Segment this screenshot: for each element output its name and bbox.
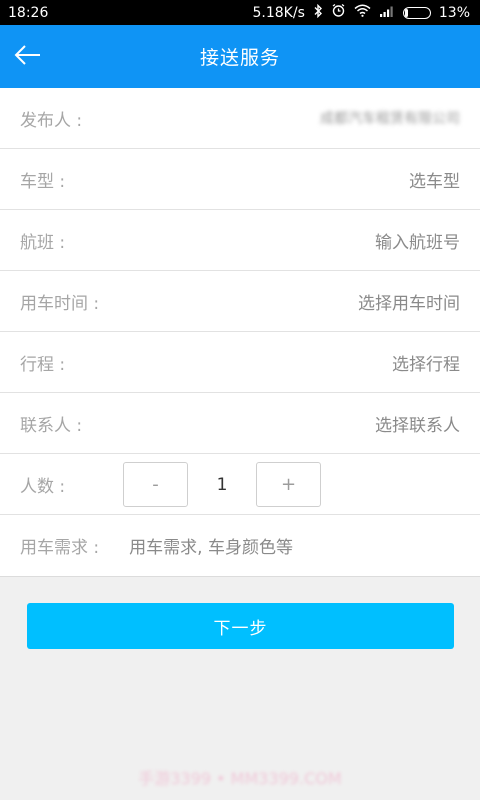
flight-input[interactable]: 输入航班号	[375, 228, 460, 253]
decrement-button[interactable]: -	[123, 462, 188, 507]
people-count: 1	[216, 474, 228, 495]
demand-input[interactable]: 用车需求, 车身颜色等	[129, 533, 293, 558]
use-time-selector[interactable]: 选择用车时间	[358, 289, 460, 314]
booking-form: 发布人 : 成都汽车租赁有限公司 车型 : 选车型 航班 : 输入航班号 用车时…	[0, 88, 480, 577]
signal-icon	[379, 5, 395, 21]
bluetooth-icon	[313, 3, 323, 22]
battery-icon	[402, 6, 431, 19]
back-button[interactable]	[12, 41, 44, 73]
page-title: 接送服务	[199, 47, 280, 69]
use-time-row[interactable]: 用车时间 : 选择用车时间	[0, 271, 480, 332]
contact-row[interactable]: 联系人 : 选择联系人	[0, 393, 480, 454]
demand-row: 用车需求 : 用车需求, 车身颜色等	[0, 515, 480, 576]
contact-selector[interactable]: 选择联系人	[375, 411, 460, 436]
contact-label: 联系人 :	[20, 415, 83, 436]
net-speed: 5.18K/s	[252, 4, 305, 21]
car-type-selector[interactable]: 选车型	[409, 167, 460, 192]
people-stepper: - 1 +	[123, 462, 321, 507]
flight-row[interactable]: 航班 : 输入航班号	[0, 210, 480, 271]
people-row: 人数 : - 1 +	[0, 454, 480, 515]
car-type-label: 车型 :	[20, 171, 66, 192]
back-arrow-icon	[14, 44, 42, 70]
status-bar: 18:26 5.18K/s 13%	[0, 0, 480, 25]
watermark: 手游3399 • MM3399.COM	[138, 769, 342, 788]
demand-label: 用车需求 :	[20, 538, 100, 558]
car-type-row[interactable]: 车型 : 选车型	[0, 149, 480, 210]
app-bar: 接送服务	[0, 25, 480, 88]
itinerary-label: 行程 :	[20, 354, 66, 375]
battery-percent: 13%	[438, 4, 470, 21]
use-time-label: 用车时间 :	[20, 293, 100, 314]
status-time: 18:26	[8, 4, 49, 21]
wifi-icon	[354, 4, 371, 21]
next-step-button[interactable]: 下一步	[27, 603, 454, 649]
people-label: 人数 :	[20, 476, 66, 497]
itinerary-row[interactable]: 行程 : 选择行程	[0, 332, 480, 393]
flight-label: 航班 :	[20, 232, 66, 253]
alarm-icon	[331, 3, 346, 22]
publisher-row: 发布人 : 成都汽车租赁有限公司	[0, 88, 480, 149]
increment-button[interactable]: +	[256, 462, 321, 507]
itinerary-selector[interactable]: 选择行程	[392, 350, 460, 375]
publisher-value: 成都汽车租赁有限公司	[320, 111, 460, 127]
status-icons: 5.18K/s 13%	[252, 3, 470, 22]
publisher-label: 发布人 :	[20, 110, 83, 131]
